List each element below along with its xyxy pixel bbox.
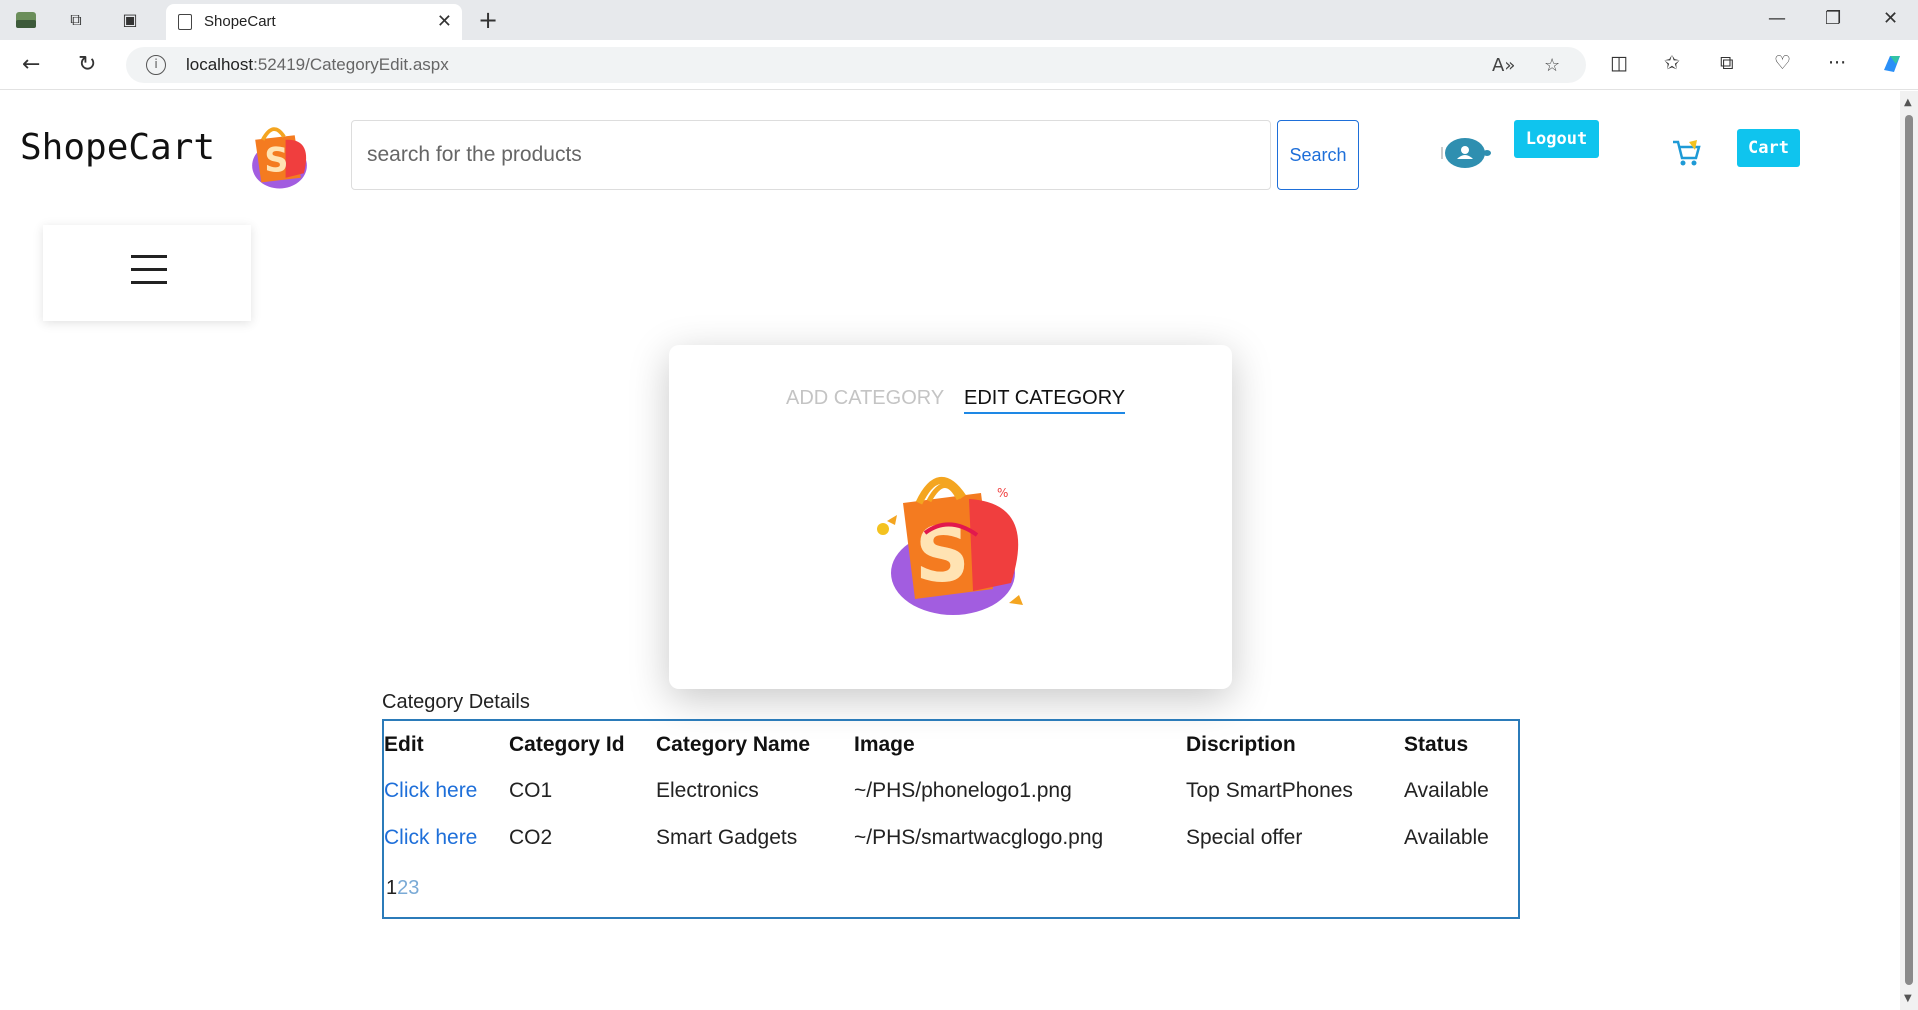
logout-button[interactable]: Logout [1514, 120, 1599, 158]
copilot-icon[interactable] [1880, 52, 1904, 81]
address-toolbar: ← ↻ i localhost:52419/CategoryEdit.aspx … [0, 40, 1918, 90]
collections-icon[interactable]: ⧉ [1720, 52, 1734, 74]
tab-edit-category[interactable]: EDIT CATEGORY [964, 387, 1126, 414]
table-row: Click here CO2 Smart Gadgets ~/PHS/smart… [384, 826, 1518, 866]
shopping-cart-icon[interactable] [1671, 138, 1703, 168]
svg-text:S: S [264, 141, 288, 180]
search-input[interactable]: search for the products [351, 120, 1271, 190]
read-aloud-icon[interactable]: A» [1492, 55, 1515, 76]
shopecart-logo-icon[interactable]: S [240, 117, 316, 193]
category-name-cell: Smart Gadgets [656, 826, 798, 849]
category-id-cell: CO1 [509, 779, 553, 802]
description-cell: Special offer [1186, 826, 1303, 849]
category-name-cell: Electronics [656, 779, 759, 802]
category-table: Edit Category Id Category Name Image Dis… [382, 719, 1520, 919]
url-text[interactable]: localhost:52419/CategoryEdit.aspx [186, 55, 449, 75]
image-path-cell: ~/PHS/smartwacglogo.png [854, 826, 1104, 849]
page-1-current: 1 [386, 877, 398, 899]
close-tab-icon[interactable]: ✕ [437, 11, 452, 32]
user-account-icon[interactable] [1441, 135, 1491, 171]
tab-actions-icon[interactable]: ▣ [118, 8, 142, 32]
shopecart-large-logo-icon: S % [877, 476, 1023, 615]
header-status: Status [1404, 733, 1469, 756]
brand-title[interactable]: ShopeCart [20, 127, 215, 168]
cart-button[interactable]: Cart [1737, 129, 1800, 167]
scroll-thumb[interactable] [1905, 115, 1913, 985]
refresh-icon[interactable]: ↻ [78, 52, 96, 77]
status-cell: Available [1404, 826, 1489, 849]
status-cell: Available [1404, 779, 1489, 802]
header-discription: Discription [1186, 733, 1296, 756]
scroll-down-icon[interactable]: ▼ [1904, 993, 1912, 1004]
header-category-name: Category Name [656, 733, 811, 756]
site-info-icon[interactable]: i [146, 55, 166, 75]
edit-link[interactable]: Click here [384, 779, 477, 803]
close-window-icon[interactable]: ✕ [1883, 8, 1898, 29]
description-cell: Top SmartPhones [1186, 779, 1353, 802]
split-screen-icon[interactable]: ◫ [1610, 52, 1628, 74]
edit-link[interactable]: Click here [384, 826, 477, 850]
restore-icon[interactable]: ❐ [1825, 8, 1841, 29]
search-button[interactable]: Search [1277, 120, 1359, 190]
pager: 123 [386, 877, 419, 900]
scroll-up-icon[interactable]: ▲ [1904, 97, 1912, 108]
minimize-icon[interactable]: — [1768, 8, 1786, 29]
browser-essentials-icon[interactable]: ♡ [1774, 52, 1791, 74]
image-path-cell: ~/PHS/phonelogo1.png [854, 779, 1072, 802]
tab-title: ShopeCart [204, 13, 276, 30]
new-tab-icon[interactable]: + [478, 6, 498, 34]
header-image: Image [854, 733, 915, 756]
workspaces-icon[interactable]: ⧉ [64, 8, 88, 32]
profile-icon[interactable] [14, 8, 38, 32]
page-icon [178, 14, 192, 30]
address-bar[interactable]: i localhost:52419/CategoryEdit.aspx A» ☆ [126, 47, 1586, 83]
header-edit: Edit [384, 733, 424, 756]
tab-add-category[interactable]: ADD CATEGORY [786, 387, 944, 410]
favorite-star-icon[interactable]: ☆ [1544, 55, 1560, 76]
category-id-cell: CO2 [509, 826, 553, 849]
category-card: ADD CATEGORY EDIT CATEGORY S % [669, 345, 1232, 689]
more-options-icon[interactable]: ··· [1828, 52, 1846, 74]
menu-toggle-box[interactable] [43, 225, 251, 321]
table-caption: Category Details [382, 691, 530, 713]
table-row: Click here CO1 Electronics ~/PHS/phonelo… [384, 779, 1518, 819]
browser-tab-bar: ⧉ ▣ ShopeCart ✕ + — ❐ ✕ [0, 0, 1918, 40]
hamburger-menu-icon[interactable] [131, 255, 167, 285]
page-scrollbar[interactable]: ▲ ▼ [1900, 91, 1918, 1010]
header-category-id: Category Id [509, 733, 625, 756]
page-content: ShopeCart S search for the products Sear… [0, 91, 1900, 1010]
browser-tab[interactable]: ShopeCart ✕ [166, 4, 462, 40]
favorites-icon[interactable]: ✩ [1664, 52, 1680, 74]
back-icon[interactable]: ← [22, 52, 40, 77]
page-2-link[interactable]: 2 [397, 877, 408, 899]
svg-text:%: % [997, 486, 1008, 500]
page-3-link[interactable]: 3 [408, 877, 419, 899]
